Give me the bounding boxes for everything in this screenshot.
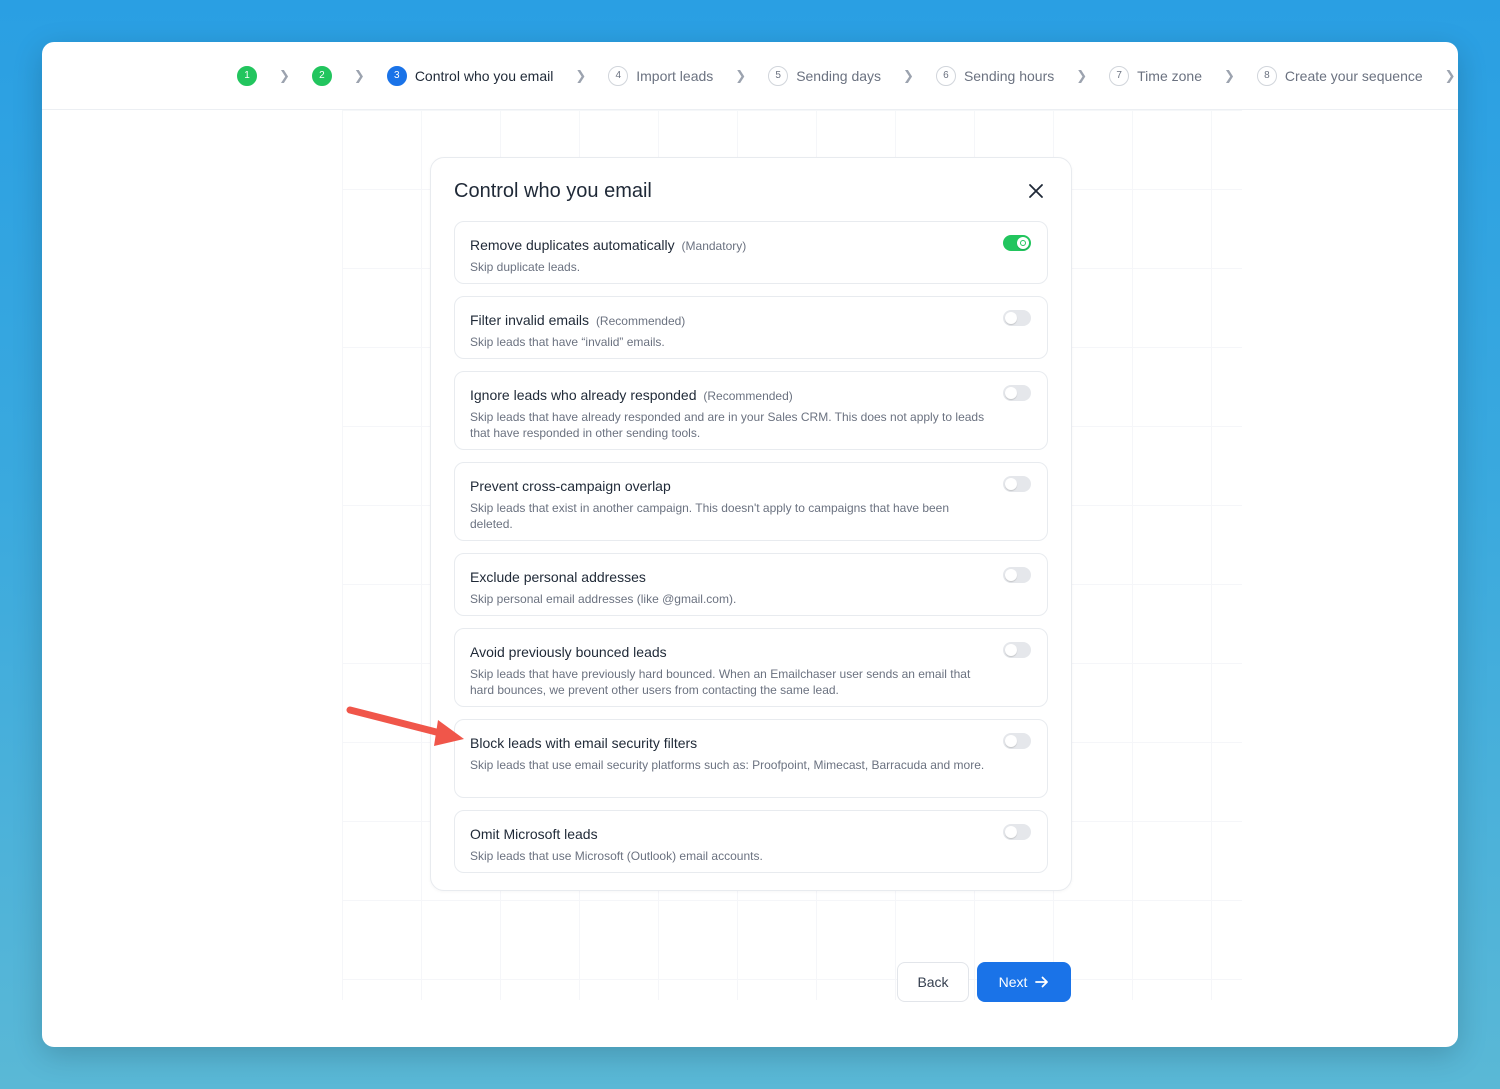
chevron-right-icon: ❯	[1223, 67, 1235, 83]
option-filter-invalid-emails: Filter invalid emails (Recommended) Skip…	[454, 296, 1048, 359]
toggle-knob	[1005, 735, 1017, 747]
toggle-knob	[1005, 478, 1017, 490]
option-ignore-responded: Ignore leads who already responded (Reco…	[454, 371, 1048, 450]
step-1[interactable]: 1	[237, 65, 257, 86]
toggle-prevent-overlap[interactable]	[1003, 476, 1031, 492]
step-8-label: Create your sequence	[1284, 67, 1423, 84]
step-2-number: 2	[311, 65, 332, 86]
option-omit-microsoft: Omit Microsoft leads Skip leads that use…	[454, 810, 1048, 873]
step-3-number: 3	[386, 65, 407, 86]
option-title: Ignore leads who already responded	[470, 387, 697, 403]
close-icon	[1029, 184, 1043, 198]
toggle-knob	[1017, 237, 1029, 249]
step-4-label: Import leads	[636, 67, 714, 84]
toggle-knob	[1005, 826, 1017, 838]
next-button-label: Next	[998, 974, 1028, 990]
step-7[interactable]: 7 Time zone	[1109, 65, 1202, 86]
chevron-right-icon: ❯	[279, 67, 290, 83]
option-exclude-personal: Exclude personal addresses Skip personal…	[454, 553, 1048, 616]
option-avoid-bounced: Avoid previously bounced leads Skip lead…	[454, 628, 1048, 707]
toggle-ignore-responded[interactable]	[1003, 385, 1031, 401]
step-5-number: 5	[768, 65, 789, 86]
option-block-security-filters: Block leads with email security filters …	[454, 719, 1048, 798]
modal-title: Control who you email	[454, 180, 652, 202]
step-3-label: Control who you email	[414, 67, 554, 84]
step-8[interactable]: 8 Create your sequence	[1256, 65, 1423, 86]
step-7-number: 7	[1109, 65, 1130, 86]
close-button[interactable]	[1025, 180, 1047, 202]
wizard-stepper: 1 ❯ 2 ❯ 3 Control who you email ❯ 4 Impo…	[42, 42, 1458, 110]
toggle-filter-invalid-emails[interactable]	[1003, 310, 1031, 326]
toggle-remove-duplicates[interactable]	[1003, 235, 1031, 251]
option-title: Exclude personal addresses	[470, 569, 646, 585]
option-tag: (Mandatory)	[681, 239, 747, 253]
chevron-right-icon: ❯	[903, 67, 914, 83]
annotation-arrow-icon	[346, 706, 464, 746]
step-5-label: Sending days	[796, 67, 882, 84]
toggle-knob	[1005, 569, 1017, 581]
step-8-number: 8	[1256, 65, 1277, 86]
option-description: Skip leads that use email security platf…	[470, 758, 985, 772]
chevron-right-icon: ❯	[353, 67, 365, 83]
toggle-avoid-bounced[interactable]	[1003, 642, 1031, 658]
step-4[interactable]: 4 Import leads	[608, 65, 714, 86]
option-description: Skip leads that have already responded a…	[470, 410, 985, 440]
option-description: Skip leads that use Microsoft (Outlook) …	[470, 849, 763, 863]
back-button[interactable]: Back	[897, 962, 969, 1002]
option-title: Avoid previously bounced leads	[470, 644, 667, 660]
option-description: Skip personal email addresses (like @gma…	[470, 592, 737, 606]
option-title: Prevent cross-campaign overlap	[470, 478, 671, 494]
arrow-right-icon	[1035, 976, 1049, 988]
app-window: 1 ❯ 2 ❯ 3 Control who you email ❯ 4 Impo…	[42, 42, 1458, 1047]
next-button[interactable]: Next	[977, 962, 1071, 1002]
option-title: Filter invalid emails	[470, 312, 590, 328]
option-description: Skip leads that exist in another campaig…	[470, 501, 950, 531]
option-description: Skip leads that have previously hard bou…	[470, 667, 971, 697]
toggle-exclude-personal[interactable]	[1003, 567, 1031, 583]
option-description: Skip leads that have “invalid” emails.	[470, 335, 665, 349]
toggle-knob	[1005, 387, 1017, 399]
option-prevent-overlap: Prevent cross-campaign overlap Skip lead…	[454, 462, 1048, 541]
step-2[interactable]: 2	[311, 65, 332, 86]
step-1-number: 1	[237, 65, 257, 86]
option-title: Omit Microsoft leads	[470, 826, 598, 842]
chevron-right-icon: ❯	[575, 67, 587, 83]
chevron-right-icon: ❯	[1444, 67, 1456, 83]
step-4-number: 4	[608, 65, 629, 86]
option-title: Remove duplicates automatically	[470, 237, 675, 253]
option-tag: (Recommended)	[703, 389, 793, 403]
step-5[interactable]: 5 Sending days	[768, 65, 882, 86]
step-6-label: Sending hours	[963, 67, 1055, 84]
toggle-omit-microsoft[interactable]	[1003, 824, 1031, 840]
chevron-right-icon: ❯	[735, 67, 747, 83]
toggle-knob	[1005, 312, 1017, 324]
option-description: Skip duplicate leads.	[470, 260, 581, 274]
toggle-block-security-filters[interactable]	[1003, 733, 1031, 749]
option-remove-duplicates: Remove duplicates automatically (Mandato…	[454, 221, 1048, 284]
toggle-knob	[1005, 644, 1017, 656]
chevron-right-icon: ❯	[1076, 67, 1088, 83]
step-6[interactable]: 6 Sending hours	[935, 65, 1055, 86]
control-who-you-email-modal: Control who you email Remove duplicates …	[430, 157, 1072, 891]
option-tag: (Recommended)	[595, 314, 686, 328]
step-7-label: Time zone	[1137, 67, 1202, 84]
option-title: Block leads with email security filters	[470, 735, 698, 751]
step-6-number: 6	[935, 65, 956, 86]
step-3[interactable]: 3 Control who you email	[386, 65, 554, 86]
